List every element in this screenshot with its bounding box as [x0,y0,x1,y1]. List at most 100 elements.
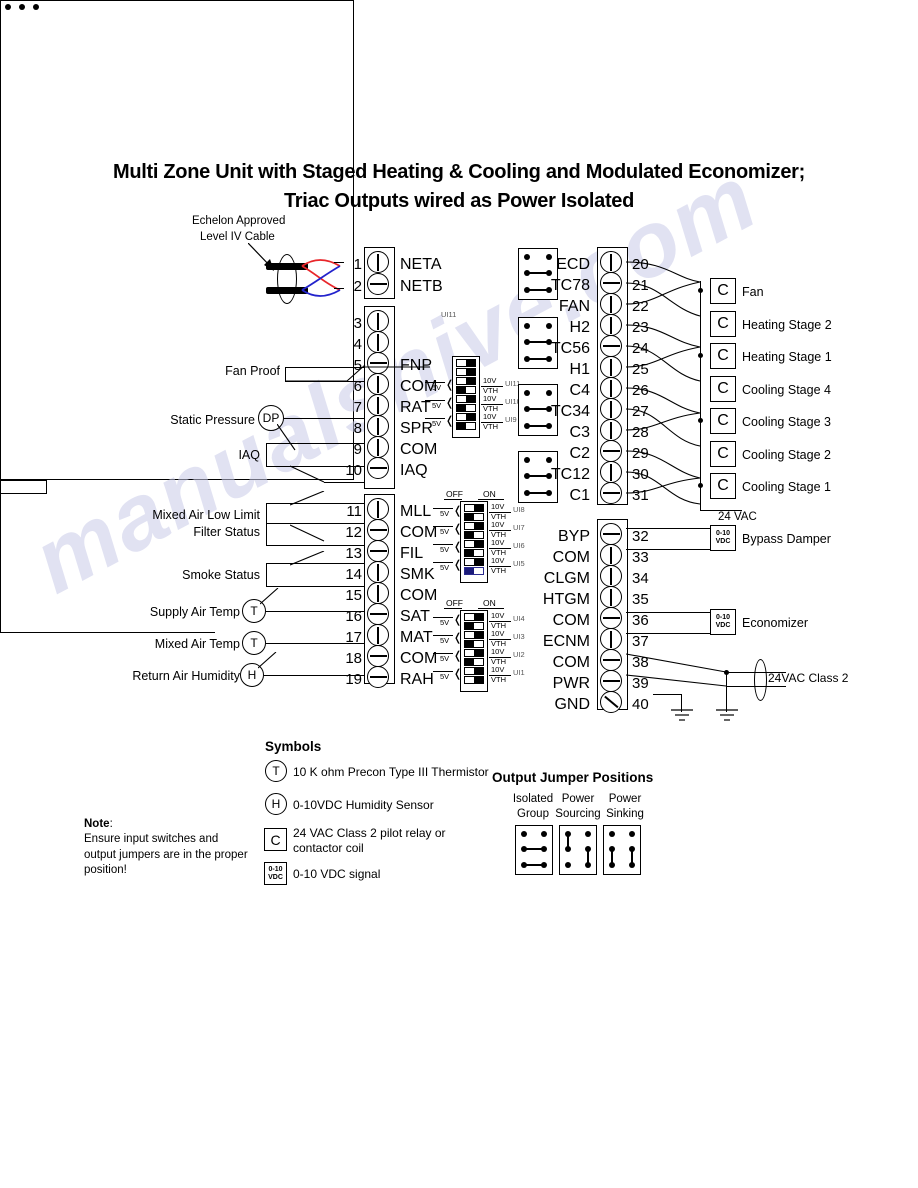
dip-cell[interactable] [456,404,476,412]
jumper-bridge [523,864,543,867]
terminal-screw-31[interactable] [600,482,622,504]
dip-wire [433,635,453,637]
terminal-screw-11[interactable] [367,498,389,520]
terminal-screw-36[interactable] [600,607,622,629]
legend-thermistor-icon: T [265,760,287,782]
terminal-screw-13[interactable] [367,540,389,562]
dip-label-5v: 5V [432,383,442,392]
dip-cell[interactable] [464,640,484,648]
terminal-screw-39[interactable] [600,670,622,692]
dip-cell[interactable] [464,613,484,621]
dip-cell[interactable] [464,667,484,675]
terminal-screw-34[interactable] [600,565,622,587]
terminal-screw-4[interactable] [367,331,389,353]
dip-cell[interactable] [464,658,484,666]
jumper-ui11[interactable] [0,3,47,494]
load-label-cooling-1: Cooling Stage 1 [742,480,831,494]
dip-cell[interactable] [464,531,484,539]
legend-text-relay-line1: 24 VAC Class 2 pilot relay or [293,826,446,840]
dip-cell[interactable] [464,676,484,684]
terminal-screw-29[interactable] [600,440,622,462]
load-glyph: C [717,315,729,332]
dip-cell[interactable] [456,386,476,394]
dip-bracket-icon: ❬ [453,505,463,517]
terminal-screw-25[interactable] [600,356,622,378]
load-box-heating-2: C [710,311,736,337]
fil-wire-bottom [266,545,364,547]
terminal-screw-37[interactable] [600,628,622,650]
terminal-number-7: 7 [353,399,362,416]
dip-cell[interactable] [464,622,484,630]
terminal-screw-14[interactable] [367,561,389,583]
load-glyph: C [717,347,729,364]
dip-cell[interactable] [464,567,484,575]
dip-cell[interactable] [464,504,484,512]
terminal-screw-9[interactable] [367,436,389,458]
dip-cell[interactable] [464,549,484,557]
terminal-screw-38[interactable] [600,649,622,671]
terminal-screw-32[interactable] [600,523,622,545]
terminal-screw-26[interactable] [600,377,622,399]
terminal-screw-22[interactable] [600,293,622,315]
dip-cell[interactable] [456,368,476,376]
terminal-screw-18[interactable] [367,645,389,667]
terminal-screw-28[interactable] [600,419,622,441]
wire-to-terminal-6 [342,381,364,383]
terminal-screw-24[interactable] [600,335,622,357]
terminal-label-com-12: COM [400,524,438,541]
terminal-screw-1[interactable] [367,251,389,273]
net-wire-b [334,288,344,290]
dip-cell[interactable] [456,422,476,430]
dip-cell[interactable] [456,377,476,385]
terminal-screw-33[interactable] [600,544,622,566]
terminal-screw-8[interactable] [367,415,389,437]
input-label-smoke-status: Smoke Status [182,568,260,582]
page-title-line2: Triac Outputs wired as Power Isolated [283,190,635,212]
terminal-label-rat: RAT [400,399,431,416]
terminal-label-mll: MLL [400,503,432,520]
terminal-screw-3[interactable] [367,310,389,332]
sensor-glyph: DP [262,411,280,425]
load-label-cooling-4: Cooling Stage 4 [742,383,831,397]
terminal-screw-27[interactable] [600,398,622,420]
note-line3: position! [84,863,127,876]
dip-cell[interactable] [464,558,484,566]
terminal-screw-21[interactable] [600,272,622,294]
junction-dot [698,418,703,423]
terminal-screw-20[interactable] [600,251,622,273]
terminal-screw-7[interactable] [367,394,389,416]
dip-cell[interactable] [464,631,484,639]
input-label-mixed-air-temp: Mixed Air Temp [154,637,240,651]
terminal-screw-2[interactable] [367,273,389,295]
terminal-screw-35[interactable] [600,586,622,608]
wire-to-terminal-5 [342,367,364,369]
junction-dot [698,353,703,358]
terminal-label-fan: FAN [558,298,590,315]
dip-cell[interactable] [464,513,484,521]
dip-wire [433,526,453,528]
note-line1: Ensure input switches and [84,833,219,846]
terminal-screw-17[interactable] [367,624,389,646]
terminal-number-19: 19 [345,671,362,688]
terminal-screw-12[interactable] [367,519,389,541]
terminal-label-c4: C4 [569,382,590,399]
dip-cell[interactable] [456,359,476,367]
wire-to-terminal-10 [324,482,364,484]
dip-cell[interactable] [464,649,484,657]
terminal-screw-10[interactable] [367,457,389,479]
dip-cell[interactable] [456,413,476,421]
terminal-screw-16[interactable] [367,603,389,625]
terminal-screw-23[interactable] [600,314,622,336]
terminal-label-com-38: COM [552,654,590,671]
dip-cell[interactable] [456,395,476,403]
terminal-label-com-15: COM [400,587,438,604]
dip-cell[interactable] [464,522,484,530]
terminal-screw-30[interactable] [600,461,622,483]
dip-cell[interactable] [464,540,484,548]
terminal-screw-15[interactable] [367,582,389,604]
terminal-screw-40[interactable] [600,691,622,713]
terminal-number-4: 4 [353,336,362,353]
terminal-screw-19[interactable] [367,666,389,688]
legend-glyph: T [272,764,280,778]
sensor-glyph: T [250,604,258,618]
